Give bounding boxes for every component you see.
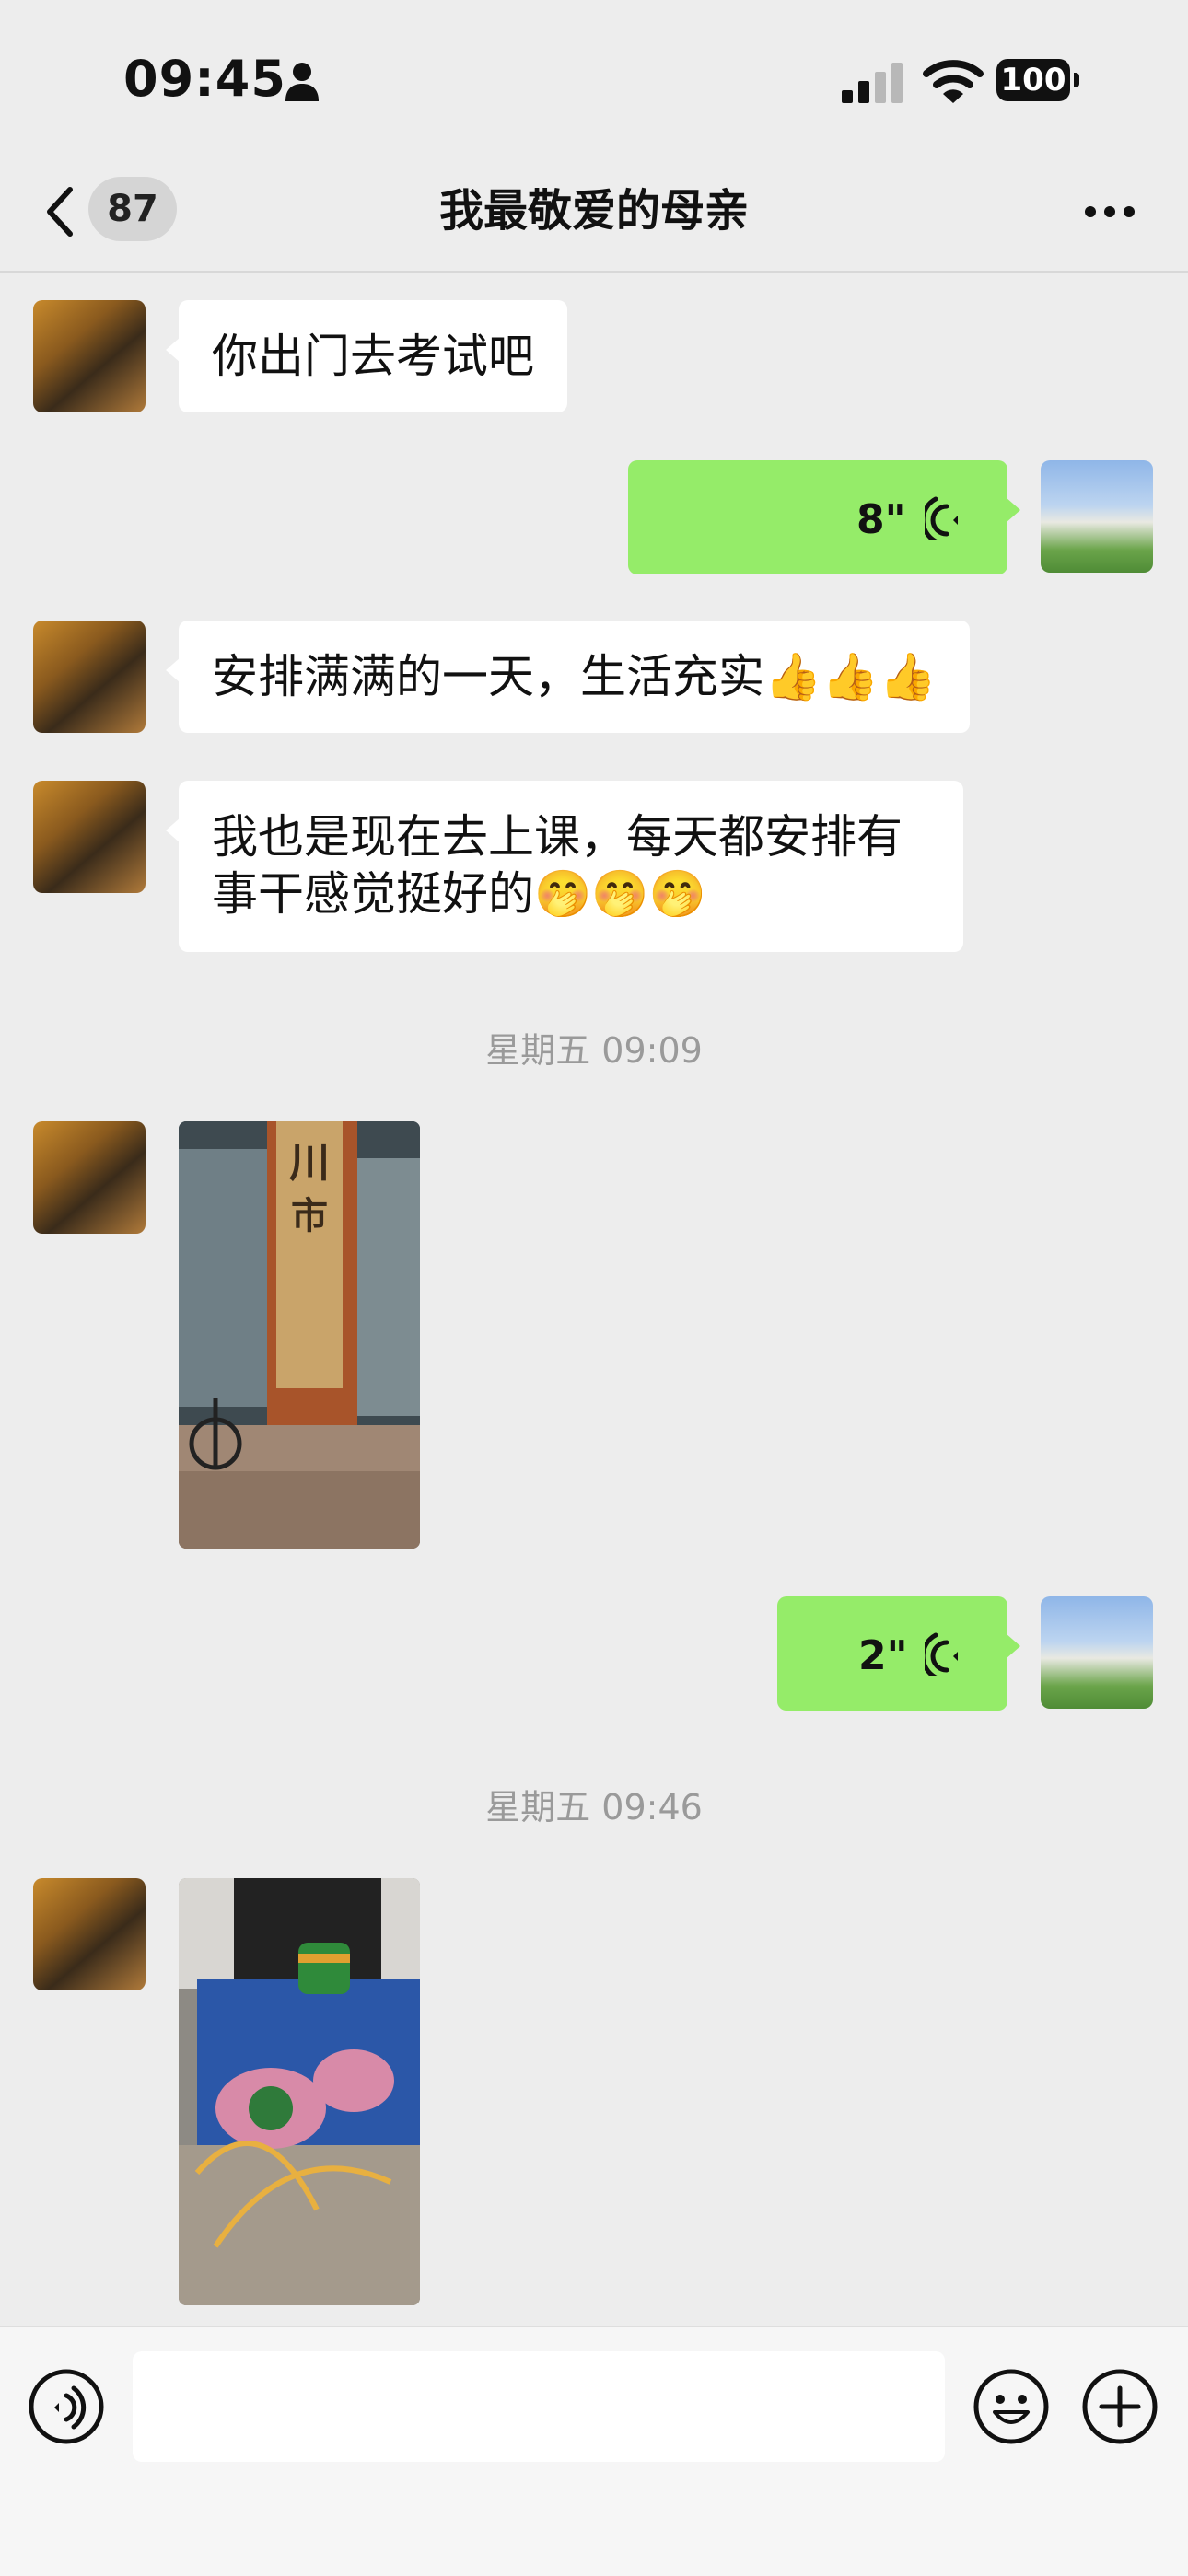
- contact-avatar[interactable]: [33, 1878, 146, 1990]
- image-message[interactable]: [179, 1878, 420, 2305]
- message-text: 安排满满的一天，生活充实👍👍👍: [212, 650, 937, 703]
- message-text: 你出门去考试吧: [212, 330, 534, 383]
- status-time: 09:45: [123, 50, 286, 108]
- message-bubble-incoming[interactable]: 安排满满的一天，生活充实👍👍👍: [166, 621, 970, 733]
- image-message[interactable]: 川 市: [179, 1121, 420, 1549]
- battery-level: 100: [996, 59, 1070, 101]
- cellular-signal-icon: [842, 63, 903, 103]
- contact-avatar[interactable]: [33, 781, 146, 893]
- message-text-line: 我也是现在去上课，每天都安排有: [212, 810, 903, 864]
- more-dots-icon[interactable]: [1083, 204, 1136, 219]
- chat-header: 87 我最敬爱的母亲: [0, 157, 1188, 273]
- battery-nub: [1074, 73, 1079, 87]
- self-avatar[interactable]: [1041, 1596, 1153, 1709]
- self-avatar[interactable]: [1041, 460, 1153, 573]
- plus-icon[interactable]: [1081, 2368, 1159, 2445]
- svg-text:川: 川: [289, 1140, 330, 1187]
- message-bubble-incoming[interactable]: 你出门去考试吧: [166, 300, 567, 412]
- voice-wave-icon: [925, 1632, 958, 1676]
- input-bar: [0, 2326, 1188, 2576]
- voice-message-bubble[interactable]: 8": [628, 460, 1020, 574]
- voice-wave-icon: [925, 496, 958, 540]
- timestamp: 星期五 09:09: [485, 1030, 703, 1071]
- chat-title: 我最敬爱的母亲: [438, 185, 749, 237]
- message-text-line: 事干感觉挺好的🤭🤭🤭: [212, 867, 706, 921]
- emoji-icon[interactable]: [973, 2368, 1050, 2445]
- voice-mode-icon[interactable]: [28, 2368, 105, 2445]
- message-input[interactable]: [133, 2351, 945, 2462]
- status-bar: 09:45 100: [0, 0, 1188, 157]
- wifi-icon: [923, 60, 984, 103]
- voice-duration: 8": [856, 496, 906, 543]
- message-bubble-incoming[interactable]: 我也是现在去上课，每天都安排有 事干感觉挺好的🤭🤭🤭: [166, 781, 963, 952]
- photo-handcraft: [179, 1878, 420, 2305]
- contact-avatar[interactable]: [33, 1121, 146, 1234]
- photo-building-sign: 川 市: [179, 1121, 420, 1549]
- contact-avatar[interactable]: [33, 300, 146, 412]
- svg-text:市: 市: [291, 1195, 328, 1237]
- voice-duration: 2": [858, 1632, 908, 1679]
- contact-avatar[interactable]: [33, 621, 146, 733]
- battery-indicator: 100: [996, 59, 1081, 101]
- timestamp: 星期五 09:46: [485, 1787, 703, 1828]
- person-icon: [285, 63, 319, 101]
- voice-message-bubble[interactable]: 2": [777, 1596, 1020, 1711]
